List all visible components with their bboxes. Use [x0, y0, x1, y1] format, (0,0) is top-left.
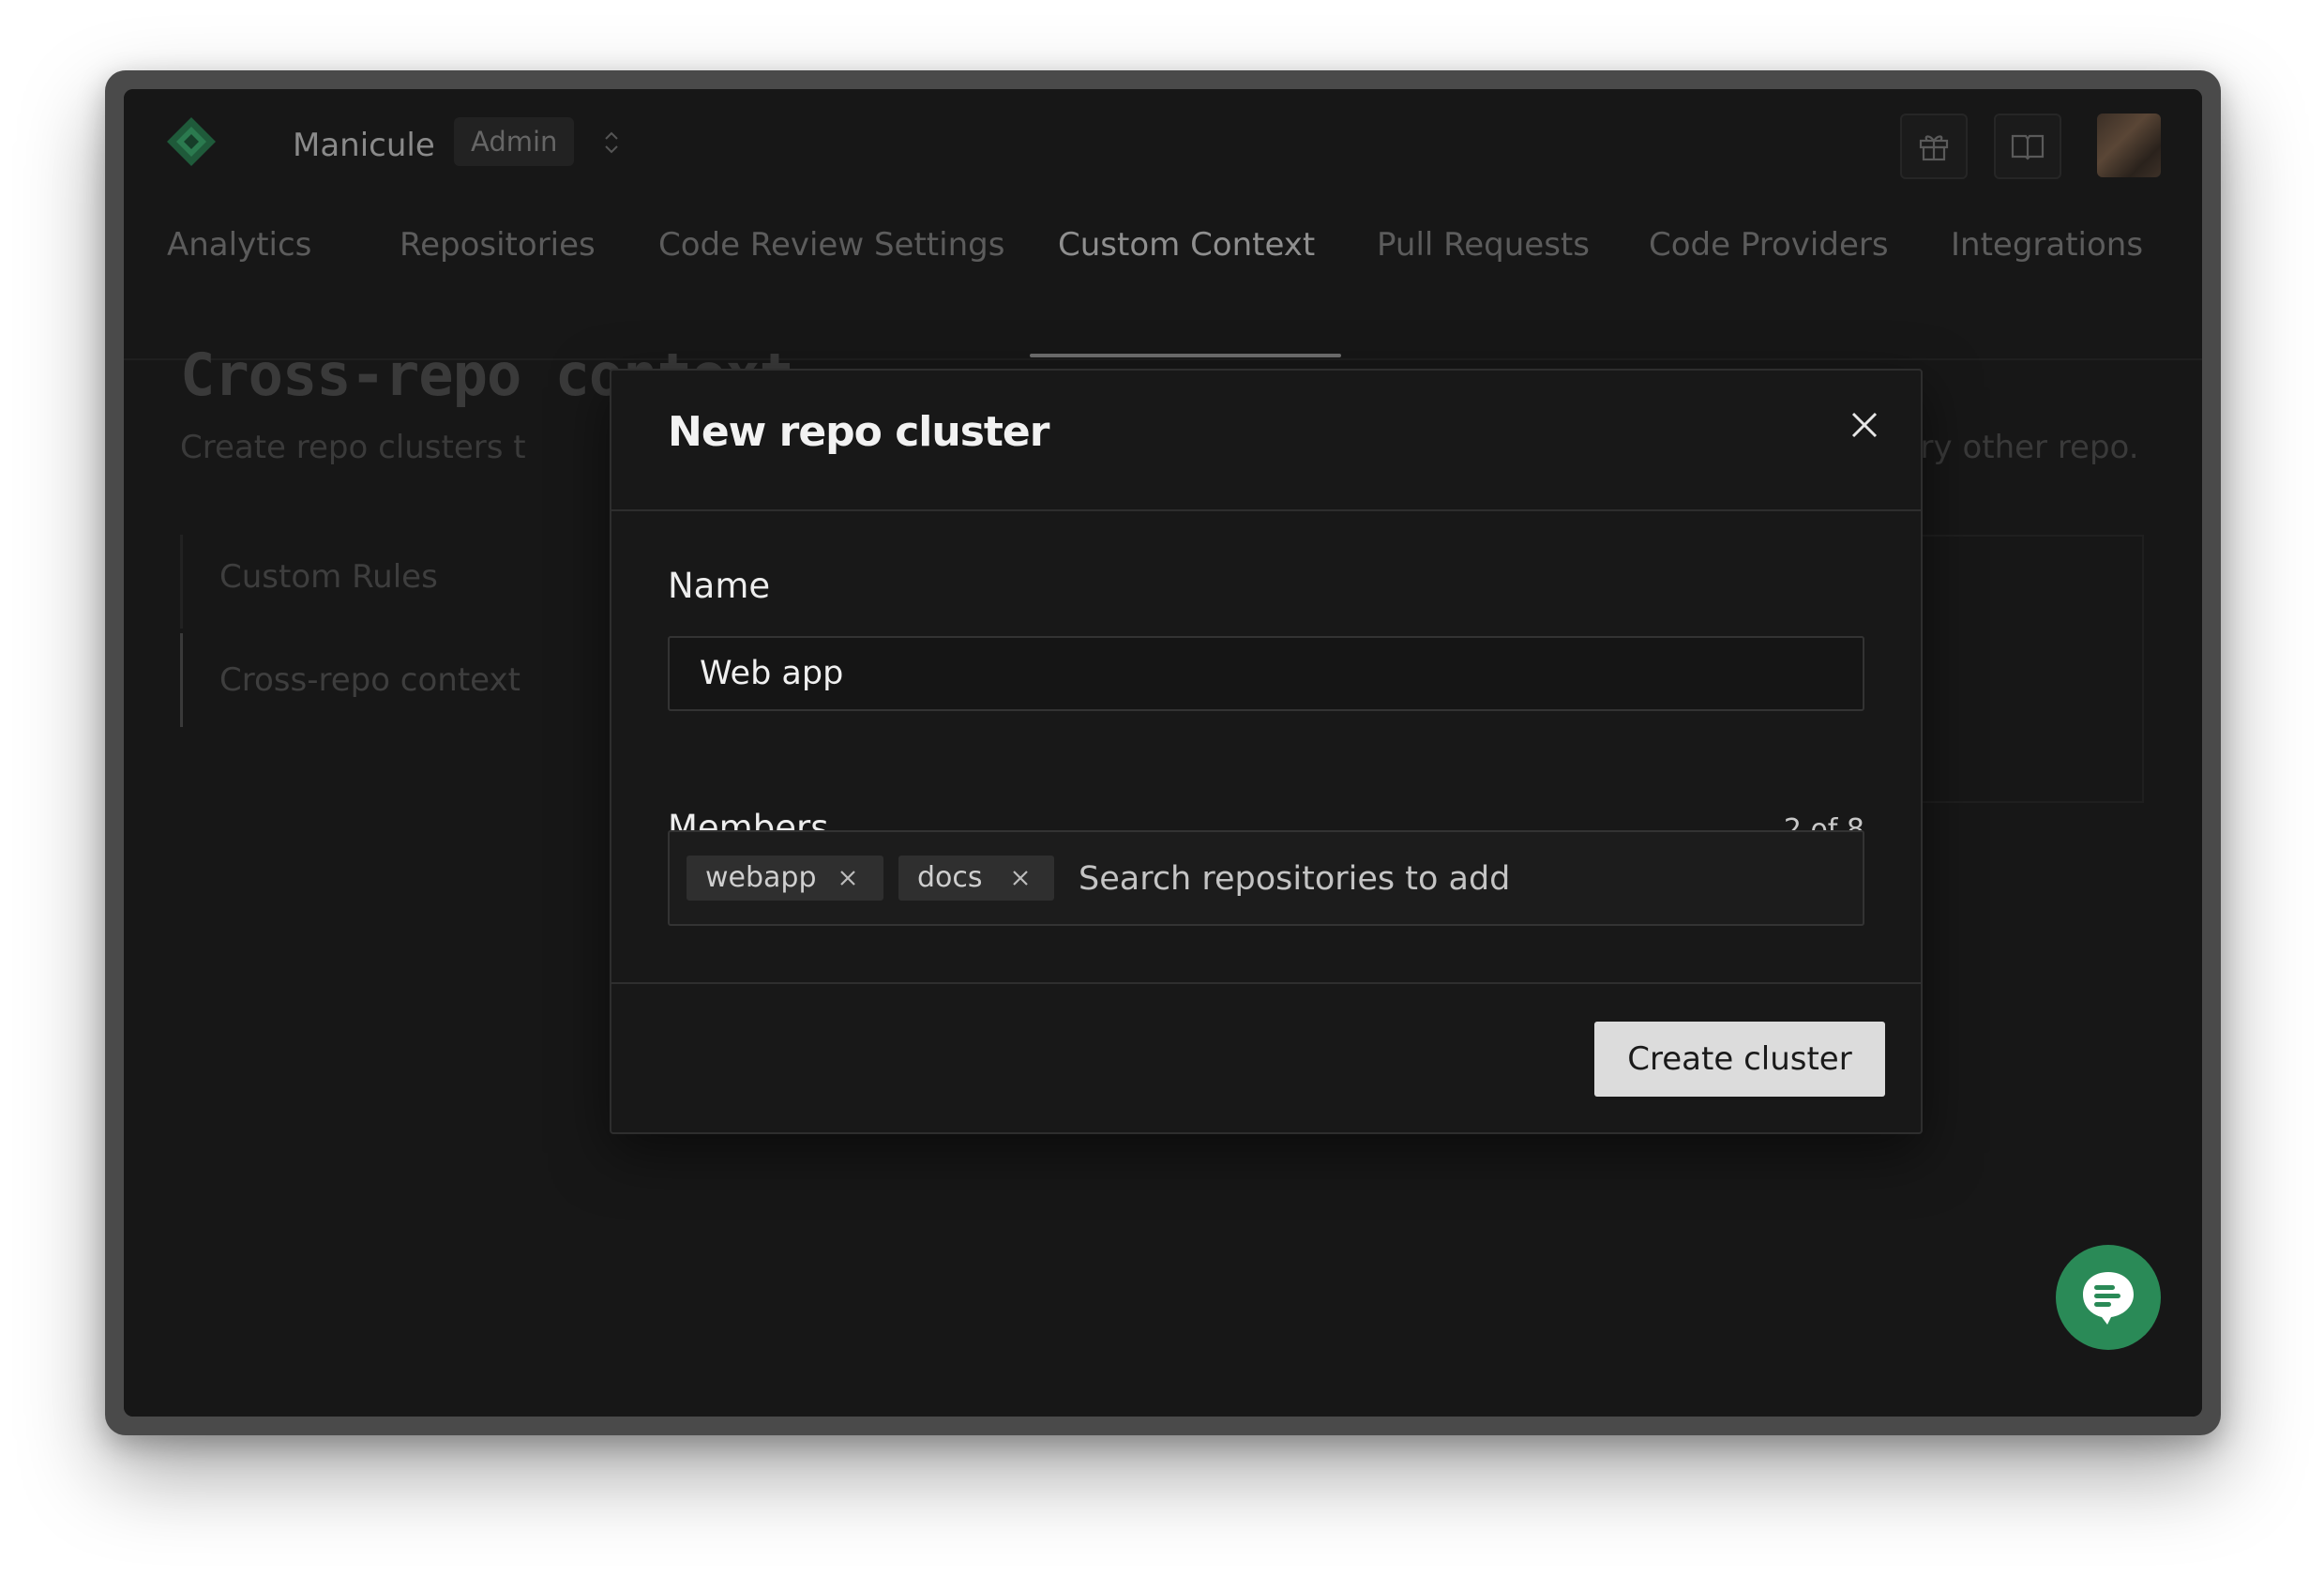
footer-divider	[611, 982, 1921, 984]
role-badge[interactable]: Admin	[454, 117, 575, 166]
docs-button[interactable]	[1994, 114, 2061, 179]
repository-search-input[interactable]	[1077, 849, 1812, 909]
chat-button[interactable]	[2056, 1245, 2161, 1350]
app-name[interactable]: Manicule	[293, 127, 435, 164]
member-chip-label: webapp	[705, 861, 817, 894]
gift-icon	[1919, 135, 1949, 161]
avatar[interactable]	[2097, 114, 2161, 177]
create-cluster-button[interactable]: Create cluster	[1594, 1022, 1885, 1097]
remove-icon[interactable]	[1011, 869, 1030, 887]
remove-icon[interactable]	[838, 869, 857, 887]
tab-custom-context[interactable]: Custom Context	[1058, 226, 1315, 264]
name-label: Name	[668, 566, 771, 606]
member-chip-label: docs	[917, 861, 983, 894]
members-field[interactable]: webapp docs	[668, 830, 1864, 926]
sidebar-item-cross-repo-context[interactable]: Cross-repo context	[219, 661, 521, 699]
logo-icon[interactable]	[163, 114, 219, 170]
sidebar-rail	[180, 535, 183, 629]
tab-pull-requests[interactable]: Pull Requests	[1377, 226, 1590, 264]
book-icon	[2011, 134, 2045, 160]
member-chip: webapp	[687, 856, 883, 901]
new-cluster-dialog: New repo cluster Name Members 2 of 8 web…	[610, 369, 1923, 1134]
page-subtitle: Create repo clusters t	[180, 429, 526, 466]
screen: Manicule Admin Analytics Repositories Co…	[124, 89, 2202, 1417]
sidebar-item-custom-rules[interactable]: Custom Rules	[219, 558, 438, 596]
chevron-updown-icon[interactable]	[600, 129, 623, 157]
app-window: Manicule Admin Analytics Repositories Co…	[105, 70, 2221, 1435]
dialog-title: New repo cluster	[668, 408, 1049, 456]
chat-icon	[2083, 1272, 2134, 1325]
active-tab-indicator	[1030, 354, 1341, 357]
tab-code-review-settings[interactable]: Code Review Settings	[658, 226, 1004, 264]
name-field[interactable]	[668, 636, 1864, 711]
member-chip: docs	[898, 856, 1054, 901]
tab-integrations[interactable]: Integrations	[1951, 226, 2143, 264]
header-divider	[611, 509, 1921, 511]
tab-code-providers[interactable]: Code Providers	[1649, 226, 1889, 264]
close-icon[interactable]	[1848, 408, 1881, 442]
gift-button[interactable]	[1900, 114, 1968, 179]
app-background: Manicule Admin Analytics Repositories Co…	[124, 89, 2202, 1417]
tab-repositories[interactable]: Repositories	[400, 226, 596, 264]
tab-analytics[interactable]: Analytics	[167, 226, 311, 264]
sidebar-active-indicator	[180, 633, 183, 727]
